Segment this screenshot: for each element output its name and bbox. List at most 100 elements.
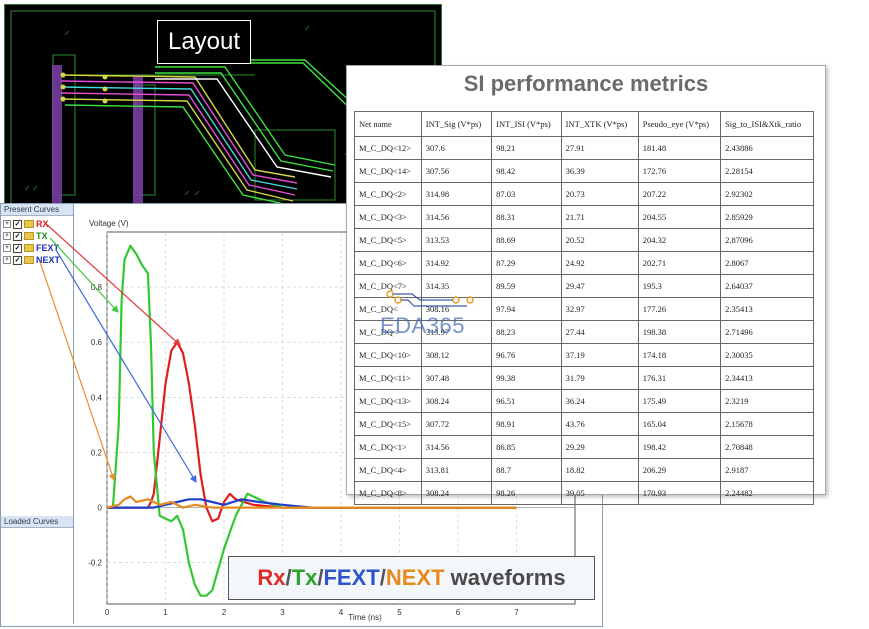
checkbox-icon[interactable]: ✓	[13, 219, 22, 229]
table-cell: 314.56	[420, 205, 493, 229]
table-cell: 89.59	[491, 274, 562, 298]
expand-icon[interactable]: +	[3, 256, 11, 264]
layout-label: Layout	[157, 20, 251, 64]
table-cell: 314.56	[420, 435, 493, 459]
table-cell: 175.49	[637, 389, 722, 413]
table-cell: 24.92	[560, 251, 639, 275]
table-row: M_C_DQ<13> 308.24 96.51 36.24 175.49 2.3219	[354, 389, 814, 413]
table-cell: 27.44	[560, 320, 639, 344]
curve-label: TX	[36, 231, 48, 241]
table-cell: 2.24482	[720, 481, 814, 505]
table-cell: 32.97	[560, 297, 639, 321]
table-cell: 170.93	[637, 481, 722, 505]
table-cell: 96.51	[491, 389, 562, 413]
table-cell: 2.87096	[720, 228, 814, 252]
curve-item-rx[interactable]: + ✓ RX	[3, 218, 49, 230]
x-tick-label: 4	[339, 608, 344, 617]
table-cell: 308.24	[420, 481, 493, 505]
expand-icon[interactable]: +	[3, 232, 11, 240]
table-cell: 39.05	[560, 481, 639, 505]
curve-item-fext[interactable]: + ✓ FEXT	[3, 242, 59, 254]
metrics-title: SI performance metrics	[463, 71, 709, 96]
table-cell: 207.22	[637, 182, 722, 206]
table-row: M_C_DQ<8> 308.24 98.26 39.05 170.93 2.24482	[354, 481, 814, 505]
watermark: EDA365	[372, 288, 502, 348]
table-cell: 204.32	[637, 228, 722, 252]
caption-next: NEXT	[385, 565, 445, 590]
curve-label: RX	[36, 219, 49, 229]
table-cell: 88.31	[491, 205, 562, 229]
table-cell: 18.82	[560, 458, 639, 482]
curve-item-tx[interactable]: + ✓ TX	[3, 230, 48, 242]
curve-label: NEXT	[36, 255, 61, 265]
table-cell: 2.15678	[720, 412, 814, 436]
table-cell: M_C_DQ<15>	[354, 412, 422, 436]
folder-icon	[24, 220, 34, 228]
table-cell: 29.29	[560, 435, 639, 459]
table-cell: 308.24	[420, 389, 493, 413]
table-cell: 86.85	[491, 435, 562, 459]
table-cell: 2.30035	[720, 343, 814, 367]
table-cell: 37.19	[560, 343, 639, 367]
table-cell: 2.28154	[720, 159, 814, 183]
table-cell: 88.23	[491, 320, 562, 344]
table-row: M_C_DQ<5> 313.53 88.69 20.52 204.32 2.87096	[354, 228, 814, 252]
table-cell: M_C_DQ<8>	[354, 481, 422, 505]
expand-icon[interactable]: +	[3, 244, 11, 252]
checkbox-icon[interactable]: ✓	[13, 243, 22, 253]
y-tick-label: 0.6	[91, 338, 103, 347]
checkbox-icon[interactable]: ✓	[13, 255, 22, 265]
table-cell: 314.98	[420, 182, 493, 206]
y-tick-label: 0.2	[91, 448, 103, 457]
table-row: M_C_DQ<6> 314.92 87.29 24.92 202.71 2.8067	[354, 251, 814, 275]
table-cell: 29.47	[560, 274, 639, 298]
waveform-caption: Rx / Tx / FEXT / NEXT waveforms	[228, 556, 595, 600]
table-cell: 202.71	[637, 251, 722, 275]
table-cell: M_C_DQ<12>	[354, 136, 422, 160]
table-cell: 21.71	[560, 205, 639, 229]
table-cell: 2.35413	[720, 297, 814, 321]
table-row: M_C_DQ<15> 307.72 98.91 43.76 165.04 2.15678	[354, 412, 814, 436]
x-tick-label: 3	[280, 608, 285, 617]
table-row: M_C_DQ<2> 314.98 87.03 20.73 207.22 2.92302	[354, 182, 814, 206]
table-row: M_C_DQ<12> 307.6 98.21 27.91 181.48 2.43886	[354, 136, 814, 160]
table-cell: 198.42	[637, 435, 722, 459]
curve-item-next[interactable]: + ✓ NEXT	[3, 254, 60, 266]
table-cell: 313.53	[420, 228, 493, 252]
table-cell: 204.55	[637, 205, 722, 229]
watermark-text: EDA365	[380, 313, 465, 338]
table-cell: 314.92	[420, 251, 493, 275]
table-cell: 313.81	[420, 458, 493, 482]
loaded-curves-header: Loaded Curves	[1, 516, 73, 528]
table-cell: 98.26	[491, 481, 562, 505]
table-cell: M_C_DQ<13>	[354, 389, 422, 413]
checkbox-icon[interactable]: ✓	[13, 231, 22, 241]
table-cell: 174.18	[637, 343, 722, 367]
table-cell: 307.56	[420, 159, 493, 183]
table-cell: 2.70848	[720, 435, 814, 459]
caption-waveforms: waveforms	[444, 565, 566, 590]
table-cell: 88.69	[491, 228, 562, 252]
x-tick-label: 6	[456, 608, 461, 617]
table-cell: 2.8067	[720, 251, 814, 275]
table-cell: 2.3219	[720, 389, 814, 413]
expand-icon[interactable]: +	[3, 220, 11, 228]
table-cell: 2.85929	[720, 205, 814, 229]
table-row: M_C_DQ<14> 307.56 98.42 36.39 172.76 2.28154	[354, 159, 814, 183]
table-cell: 97.94	[491, 297, 562, 321]
column-header: INT_XTK (V*ps)	[560, 111, 639, 137]
column-header: INT_Sig (V*ps)	[420, 111, 493, 137]
table-cell: M_C_DQ<6>	[354, 251, 422, 275]
table-cell: 2.64037	[720, 274, 814, 298]
table-cell: 98.91	[491, 412, 562, 436]
table-row: M_C_DQ<3> 314.56 88.31 21.71 204.55 2.85929	[354, 205, 814, 229]
table-cell: 98.21	[491, 136, 562, 160]
caption-rx: Rx	[257, 565, 286, 590]
table-cell: M_C_DQ<1>	[354, 435, 422, 459]
curves-panel: Present Curves + ✓ RX + ✓ TX + ✓ FEXT + …	[1, 204, 74, 624]
table-cell: 181.48	[637, 136, 722, 160]
column-header: Net name	[354, 111, 422, 137]
column-header: INT_ISI (V*ps)	[491, 111, 562, 137]
column-header: Pseudo_eye (V*ps)	[637, 111, 722, 137]
metrics-panel: SI performance metrics Net name INT_Sig …	[346, 65, 826, 505]
